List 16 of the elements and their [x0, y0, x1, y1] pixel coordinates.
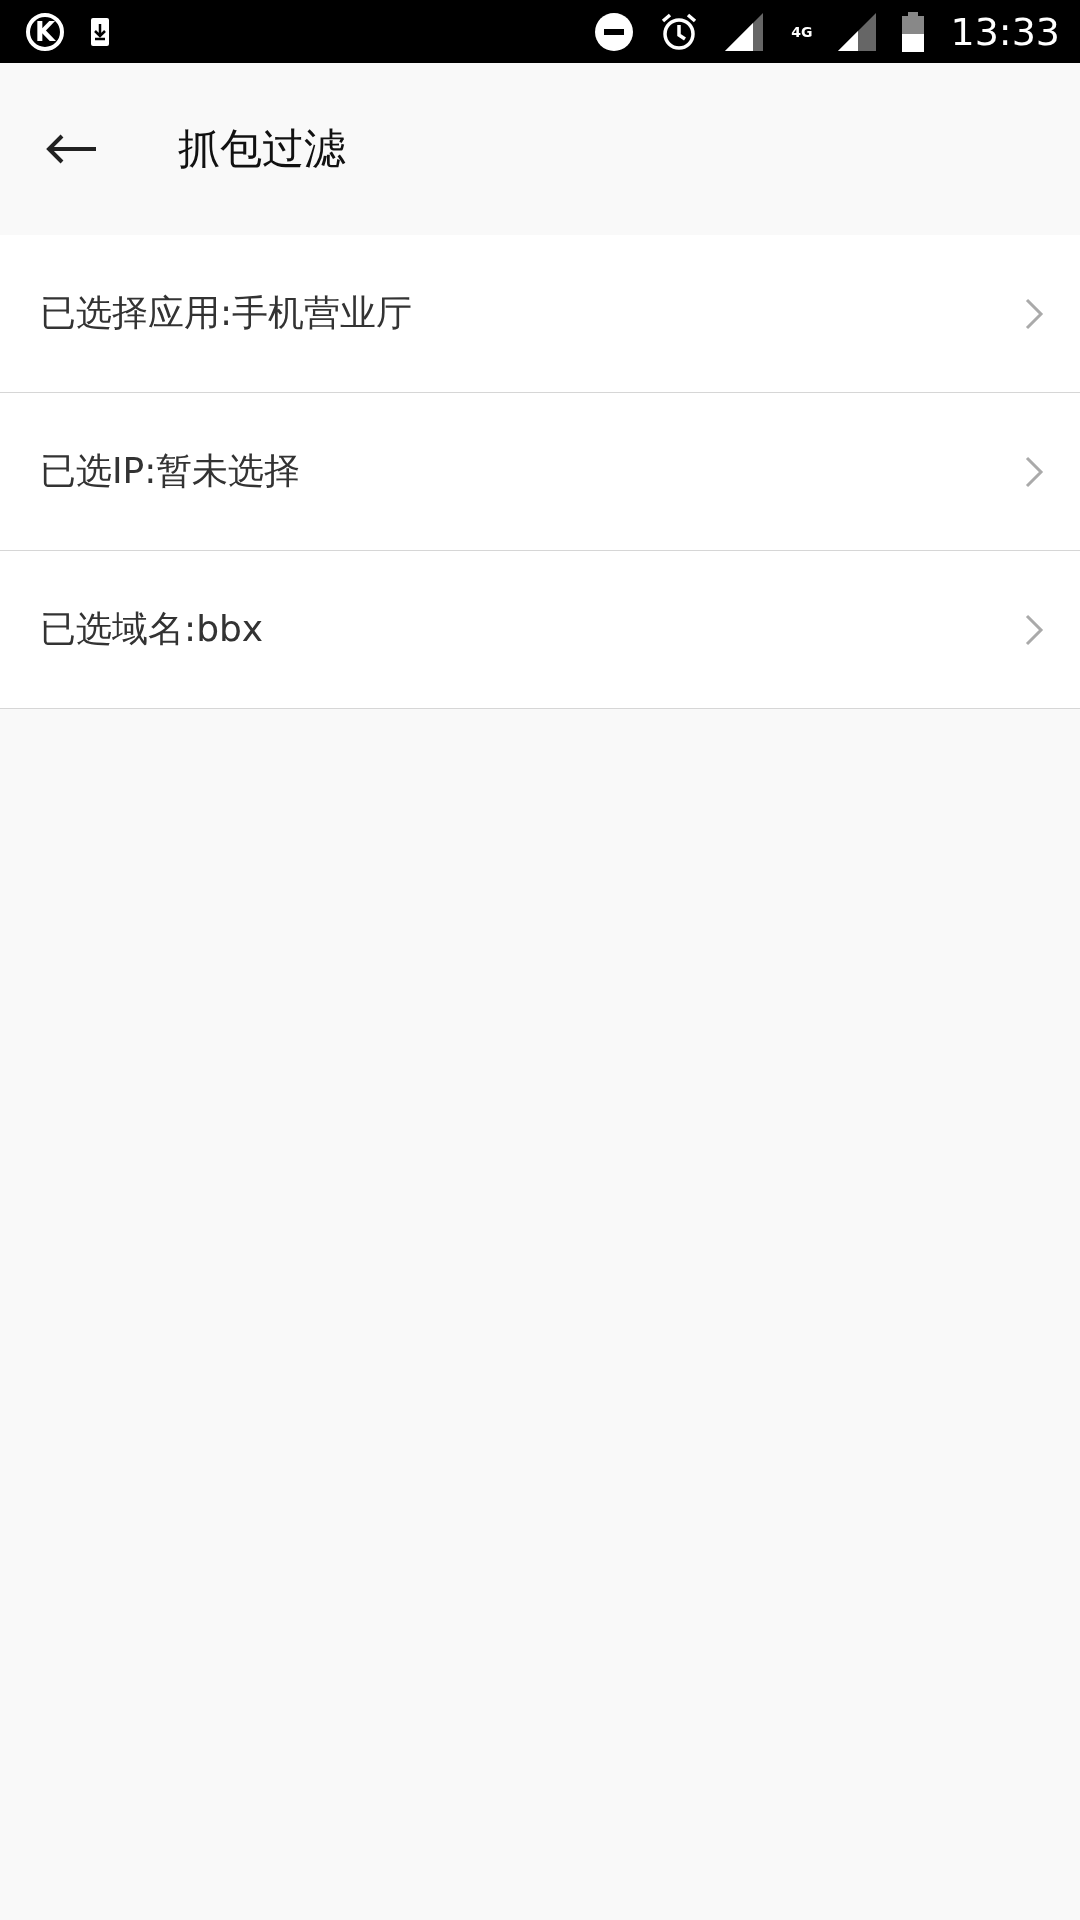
page-title: 抓包过滤: [178, 123, 346, 175]
chevron-right-icon: [1024, 612, 1044, 647]
app-logo-icon: K: [26, 12, 64, 51]
clock-time: 13:33: [950, 9, 1060, 54]
chevron-right-icon: [1024, 454, 1044, 489]
do-not-disturb-icon: [595, 12, 634, 51]
signal-icon: [838, 12, 877, 51]
signal-icon: [725, 12, 766, 51]
battery-icon: [902, 11, 925, 52]
network-type-label: 4G: [791, 23, 813, 40]
filter-row[interactable]: 已选IP:暂未选择: [0, 393, 1080, 551]
filter-row[interactable]: 已选域名:bbx: [0, 551, 1080, 709]
download-icon: [90, 16, 110, 47]
back-button[interactable]: [44, 133, 98, 165]
filter-row[interactable]: 已选择应用:手机营业厅: [0, 235, 1080, 393]
chevron-right-icon: [1024, 296, 1044, 331]
